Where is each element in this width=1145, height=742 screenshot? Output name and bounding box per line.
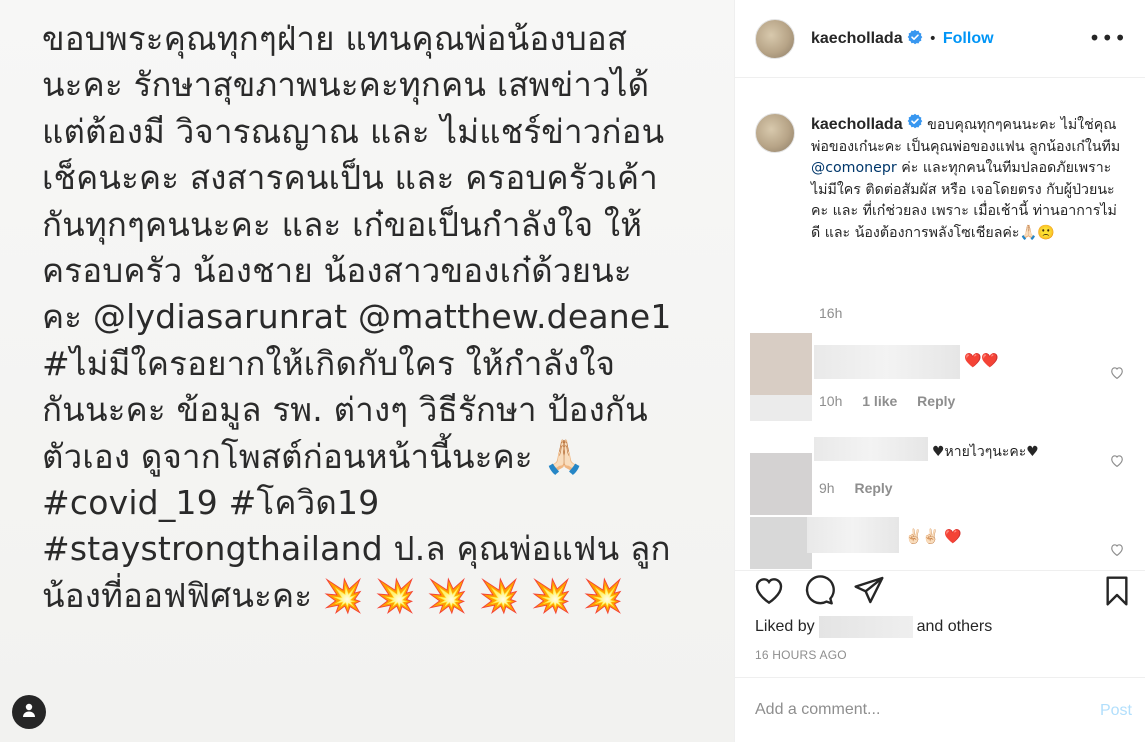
mention-link[interactable]: @comonepr: [811, 160, 897, 176]
reply-button[interactable]: Reply: [917, 393, 955, 409]
post-comment-button[interactable]: Post: [1100, 702, 1132, 720]
image-text-line: #staystrongthailand ป.ล คุณพ่อแฟน ลูก: [42, 529, 671, 569]
liked-by-prefix: Liked by: [755, 618, 815, 635]
post-actions: Liked by and others 16 HOURS AGO: [735, 570, 1145, 676]
caption-comment: kaechollada ขอบคุณทุกๆคนนะคะ ไม่ใช่คุณพ่…: [755, 113, 1135, 244]
blurred-username: [807, 517, 899, 553]
post-header: kaechollada • Follow •••: [735, 0, 1145, 78]
comment-likes[interactable]: 1 like: [862, 393, 897, 409]
comment-meta: 9h Reply: [819, 480, 909, 496]
image-text: ขอบพระคุณทุกๆฝ่าย แทนคุณพ่อน้องบอส นะคะ …: [42, 16, 722, 619]
image-text-line: ขอบพระคุณทุกๆฝ่าย แทนคุณพ่อน้องบอส: [42, 19, 628, 58]
comment-time[interactable]: 9h: [819, 480, 835, 496]
comment-meta: 10h 1 like Reply: [819, 393, 971, 409]
image-text-line: กันทุกๆคนนะคะ และ เก๋ขอเป็นกำลังใจ ให้: [42, 204, 643, 244]
follow-button[interactable]: Follow: [943, 30, 994, 48]
header-username[interactable]: kaechollada: [811, 30, 903, 48]
add-comment-section: Post: [735, 677, 1145, 742]
comment-text: ✌🏻✌🏻 ❤️: [905, 529, 962, 545]
image-text-line: ตัวเอง ดูจากโพสต์ก่อนหน้านี้นะคะ 🙏🏻: [42, 436, 585, 476]
comment-bubble-icon[interactable]: [803, 575, 835, 609]
more-options-icon[interactable]: •••: [1089, 28, 1127, 48]
image-text-line: นะคะ รักษาสุขภาพนะคะทุกคน เสพข่าวได้: [42, 65, 650, 105]
user-icon: [21, 702, 37, 722]
others-link[interactable]: others: [948, 618, 992, 636]
comments-list: kaechollada ขอบคุณทุกๆคนนะคะ ไม่ใช่คุณพ่…: [735, 79, 1145, 569]
caption-text: kaechollada ขอบคุณทุกๆคนนะคะ ไม่ใช่คุณพ่…: [811, 113, 1121, 244]
blurred-liker[interactable]: [818, 616, 913, 638]
comment-text: ♥หายไวๆนะคะ♥: [932, 444, 1039, 460]
avatar-blur: [750, 395, 812, 421]
like-heart-icon[interactable]: [753, 575, 785, 609]
verified-badge-icon: [907, 113, 923, 137]
post-image: ขอบพระคุณทุกๆฝ่าย แทนคุณพ่อน้องบอส นะคะ …: [0, 0, 734, 742]
image-text-line: #covid_19 #โควิด19: [42, 483, 380, 523]
like-comment-heart-icon[interactable]: [1110, 452, 1124, 471]
post-timestamp[interactable]: 16 HOURS AGO: [755, 648, 847, 662]
like-comment-heart-icon[interactable]: [1110, 541, 1124, 560]
verified-badge-icon: [907, 29, 923, 49]
share-paper-plane-icon[interactable]: [853, 575, 885, 609]
comment-text: ❤️❤️: [964, 353, 999, 369]
comment-input[interactable]: [755, 698, 1055, 722]
avatar[interactable]: [755, 113, 795, 153]
separator-dot: •: [928, 30, 937, 47]
image-text-line: กันนะคะ ข้อมูล รพ. ต่างๆ วิธีรักษา ป้องก…: [42, 390, 648, 430]
caption-timestamp[interactable]: 16h: [819, 305, 842, 321]
bookmark-icon[interactable]: [1103, 575, 1131, 611]
image-text-line: #ไม่มีใครอยากให้เกิดกับใคร ให้กำลังใจ: [42, 343, 616, 383]
post-side-panel: kaechollada • Follow ••• kaechollada ขอบ…: [734, 0, 1145, 742]
image-text-line: แต่ต้องมี วิจารณญาณ และ ไม่แชร์ข่าวก่อน: [42, 111, 665, 151]
reply-button[interactable]: Reply: [854, 480, 892, 496]
avatar[interactable]: [750, 517, 812, 569]
avatar[interactable]: [750, 453, 812, 515]
blurred-username: [814, 437, 928, 461]
avatar[interactable]: [750, 333, 812, 395]
comment-time[interactable]: 10h: [819, 393, 842, 409]
image-text-line: คะ @lydiasarunrat @matthew.deane1: [42, 297, 672, 337]
liked-by-suffix: and: [916, 618, 944, 635]
image-text-line: ครอบครัว น้องชาย น้องสาวของเก๋ด้วยนะ: [42, 251, 632, 291]
comment-item: ✌🏻✌🏻 ❤️: [735, 517, 1145, 569]
liked-by: Liked by and others: [755, 616, 992, 638]
comment-item: ♥หายไวๆนะคะ♥ 9h Reply: [735, 435, 1145, 515]
image-text-line: น้องที่ออฟฟิศนะคะ 💥 💥 💥 💥 💥 💥: [42, 575, 625, 615]
caption-username[interactable]: kaechollada: [811, 116, 903, 133]
like-comment-heart-icon[interactable]: [1110, 364, 1124, 383]
blurred-username: [814, 345, 960, 379]
tagged-users-button[interactable]: [12, 695, 46, 729]
image-text-line: เช็คนะคะ สงสารคนเป็น และ ครอบครัวเค้า: [42, 158, 658, 198]
avatar[interactable]: [755, 18, 795, 59]
comment-item: ❤️❤️ 10h 1 like Reply: [735, 333, 1145, 421]
